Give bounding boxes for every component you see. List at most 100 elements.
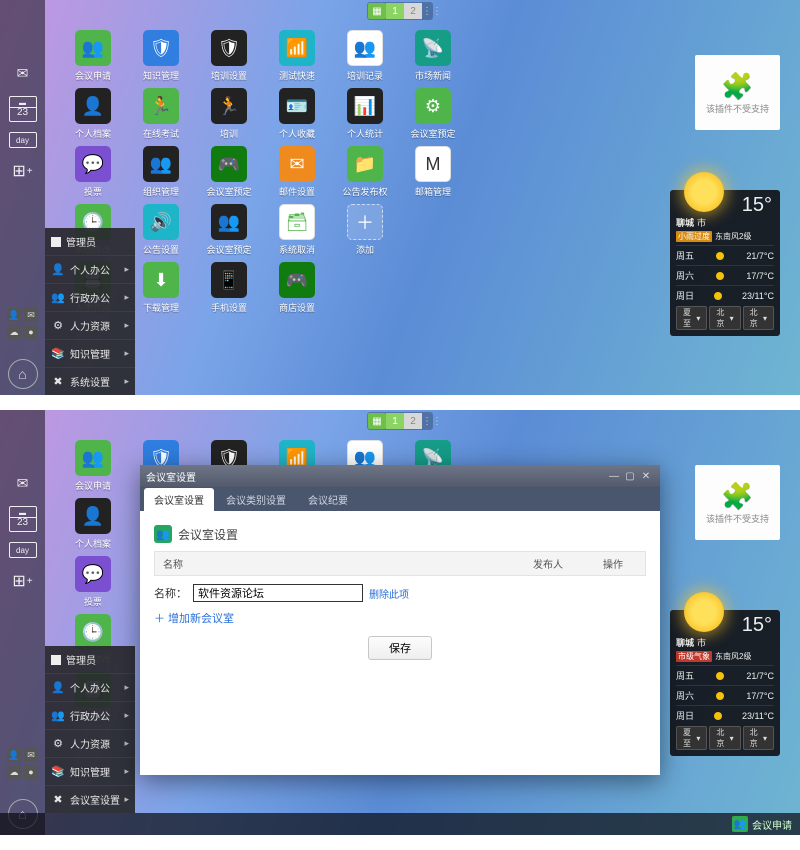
desktop-app[interactable]: 👥会议申请	[60, 30, 126, 82]
desktop-app[interactable]: 🎮商店设置	[264, 262, 330, 314]
app-tile-icon: 💬	[75, 556, 111, 592]
forecast-row: 周六17/7°C	[676, 685, 774, 702]
forecast-range: 17/7°C	[746, 691, 774, 701]
menu-item-label: 知识管理	[70, 346, 110, 361]
tray-cloud-icon[interactable]: ☁	[7, 325, 21, 339]
desktop-app[interactable]: 🏃在线考试	[128, 88, 194, 140]
desktop-app[interactable]: ✉邮件设置	[264, 146, 330, 198]
tab-category-settings[interactable]: 会议类别设置	[216, 488, 296, 511]
tray-user-icon[interactable]: 👤	[7, 748, 21, 762]
desktop-app[interactable]: 👥会议申请	[60, 440, 126, 492]
app-label: 添加	[356, 243, 374, 256]
start-menu-item[interactable]: ✖会议室设置▸	[45, 785, 135, 813]
start-menu-item[interactable]: 管理员	[45, 228, 135, 255]
tray-dot-icon[interactable]: ●	[24, 325, 38, 339]
dialog-titlebar[interactable]: 会议室设置 ― ▢ ✕	[140, 465, 660, 487]
desktop-app[interactable]: 👥培训记录	[332, 30, 398, 82]
desktop-app[interactable]: 👥会议室预定	[196, 204, 262, 256]
tray-user-icon[interactable]: 👤	[7, 308, 21, 322]
weather-select-3[interactable]: 北京▾	[743, 726, 774, 750]
chevron-right-icon: ▸	[124, 766, 129, 777]
maximize-button[interactable]: ▢	[622, 471, 638, 482]
desktop-app[interactable]: 🏃培训	[196, 88, 262, 140]
weather-select-2[interactable]: 北京▾	[709, 306, 740, 330]
day-label[interactable]: day	[9, 132, 37, 148]
app-label: 会议室预定	[206, 243, 251, 256]
weather-select-3[interactable]: 北京▾	[743, 306, 774, 330]
desktop-app[interactable]: ＋添加	[332, 204, 398, 256]
pager-page-2[interactable]: 2	[404, 3, 422, 19]
desktop-app[interactable]: 🗃系统取消	[264, 204, 330, 256]
start-menu-item[interactable]: ⚙人力资源▸	[45, 311, 135, 339]
menu-item-label: 管理员	[66, 652, 96, 667]
checkbox-icon	[51, 237, 61, 247]
desktop-app[interactable]: 📶测试快速	[264, 30, 330, 82]
desktop-app[interactable]: M邮箱管理	[400, 146, 466, 198]
desktop-app[interactable]: ⬇下载管理	[128, 262, 194, 314]
calendar-widget[interactable]: ▬ 23	[9, 506, 37, 532]
desktop-screenshot-bottom: ▦ 1 2 ⋮⋮ ✉ ▬ 23 day ⊞+ 👤 ✉ ☁ ● ⌂ 管理员👤个人办…	[0, 410, 800, 835]
desktop-app[interactable]: 💬投票	[60, 146, 126, 198]
app-tile-icon: 📁	[347, 146, 383, 182]
pager-page-2[interactable]: 2	[404, 413, 422, 429]
room-name-input[interactable]	[193, 584, 363, 602]
minimize-button[interactable]: ―	[606, 471, 622, 482]
mail-icon[interactable]: ✉	[9, 60, 37, 86]
desktop-app[interactable]: 🔊公告设置	[128, 204, 194, 256]
start-menu-item[interactable]: ✖系统设置▸	[45, 367, 135, 395]
tab-meeting-minutes[interactable]: 会议纪要	[298, 488, 358, 511]
pager-page-1[interactable]: 1	[386, 413, 404, 429]
menu-item-icon: 👤	[51, 263, 65, 276]
app-tile-icon: 🛡	[143, 30, 179, 66]
save-button[interactable]: 保存	[368, 636, 432, 660]
desktop-app[interactable]: 📱手机设置	[196, 262, 262, 314]
start-menu-item[interactable]: 👥行政办公▸	[45, 701, 135, 729]
app-label: 知识管理	[143, 69, 179, 82]
pager-page-1[interactable]: 1	[386, 3, 404, 19]
puzzle-icon: 🧩	[721, 71, 753, 102]
desktop-app[interactable]: 📁公告发布权	[332, 146, 398, 198]
start-menu-item[interactable]: 👤个人办公▸	[45, 673, 135, 701]
desktop-app[interactable]: ⚙会议室预定	[400, 88, 466, 140]
desktop-app[interactable]: 👤个人档案	[60, 88, 126, 140]
pager-apps-icon[interactable]: ▦	[368, 3, 386, 19]
start-menu-item[interactable]: 📚知识管理▸	[45, 339, 135, 367]
delete-row-link[interactable]: 删除此项	[369, 586, 409, 601]
desktop-app[interactable]: 👥组织管理	[128, 146, 194, 198]
apps-grid-icon[interactable]: ⊞+	[9, 158, 37, 184]
desktop-app[interactable]: 🎮会议室预定	[196, 146, 262, 198]
start-menu: 管理员 👤个人办公▸👥行政办公▸⚙人力资源▸📚知识管理▸✖会议室设置▸	[45, 646, 135, 813]
weather-select-2[interactable]: 北京▾	[709, 726, 740, 750]
tray-cloud-icon[interactable]: ☁	[7, 765, 21, 779]
add-room-link[interactable]: ＋ 增加新会议室	[154, 610, 646, 626]
close-button[interactable]: ✕	[638, 471, 654, 482]
tray-mail-icon[interactable]: ✉	[24, 748, 38, 762]
tray-mail-icon[interactable]: ✉	[24, 308, 38, 322]
start-menu-item[interactable]: 📚知识管理▸	[45, 757, 135, 785]
calendar-widget[interactable]: ▬ 23	[9, 96, 37, 122]
desktop-app[interactable]: 👤个人档案	[60, 498, 126, 550]
apps-grid-icon[interactable]: ⊞+	[9, 568, 37, 594]
desktop-app[interactable]: 💬 投票	[60, 556, 126, 608]
desktop-app[interactable]: 🛡培训设置	[196, 30, 262, 82]
app-label: 投票	[84, 595, 102, 608]
start-menu-item[interactable]: ⚙人力资源▸	[45, 729, 135, 757]
start-menu-item[interactable]: 👤个人办公▸	[45, 255, 135, 283]
weather-select-1[interactable]: 夏至▾	[676, 726, 707, 750]
mail-icon[interactable]: ✉	[9, 470, 37, 496]
weather-select-1[interactable]: 夏至▾	[676, 306, 707, 330]
desktop-app[interactable]: 🛡 知识管理	[128, 30, 194, 82]
desktop-app[interactable]: 📊个人统计	[332, 88, 398, 140]
pager-apps-icon[interactable]: ▦	[368, 413, 386, 429]
desktop-app[interactable]: 🪪个人收藏	[264, 88, 330, 140]
tab-room-settings[interactable]: 会议室设置	[144, 488, 214, 511]
tray-dot-icon[interactable]: ●	[24, 765, 38, 779]
desktop-app[interactable]: 📡市场新闻	[400, 30, 466, 82]
start-menu-item[interactable]: 管理员	[45, 646, 135, 673]
sidebar: ✉ ▬ 23 day ⊞+ 👤 ✉ ☁ ● ⌂	[0, 410, 45, 835]
start-menu-item[interactable]: 👥行政办公▸	[45, 283, 135, 311]
home-button[interactable]: ⌂	[8, 359, 38, 389]
plugin-unsupported-widget: 🧩 该插件不受支持	[695, 55, 780, 130]
day-label[interactable]: day	[9, 542, 37, 558]
app-label: 在线考试	[143, 127, 179, 140]
